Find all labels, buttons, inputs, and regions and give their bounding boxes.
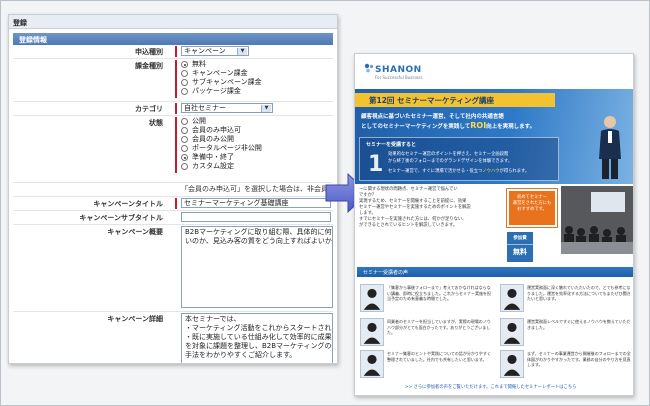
value-campaign-subtitle	[175, 212, 333, 223]
registration-form: 登録 登録情報 申込種別 キャンペーン ▼ 課金種別 無料 キャンペーン課金 サ…	[8, 14, 338, 364]
chevron-down-icon: ▼	[237, 48, 247, 55]
user-silhouette-icon	[360, 284, 384, 312]
hero-banner: 第12回 セミナーマーケティング講座 顧客視点に基づいたセミナー運営、そして社内…	[355, 89, 633, 184]
radio-icon	[181, 88, 188, 95]
voice-item: 運営実務面に深く触れていただいたので、とても参考になりました。運営を効率化する方…	[497, 282, 633, 320]
value-campaign-title: セミナーマーケティング基礎講座	[175, 198, 333, 209]
label-campaign-summary: キャンペーン概要	[107, 228, 163, 236]
hero-line-1: 顧客視点に基づいたセミナー運営、そして社内の共通言語	[361, 114, 504, 120]
radio-icon	[181, 127, 188, 134]
billing-option-campaign[interactable]: キャンペーン課金	[181, 69, 333, 78]
benefit-box: セミナーを受講すると 1 効果的なセミナー運営のポイントを押さえ、セミナー企画段…	[359, 137, 559, 181]
label-campaign-detail: キャンペーン詳細	[107, 315, 163, 323]
campaign-title-input[interactable]: セミナーマーケティング基礎講座	[181, 198, 331, 208]
user-silhouette-icon	[360, 350, 384, 378]
label-billing-type: 課金種別	[135, 62, 163, 70]
billing-radio-group: 無料 キャンペーン課金 サブキャンペーン課金 パッケージ課金	[175, 60, 333, 98]
chevron-down-icon: ▼	[261, 105, 271, 112]
screenshot-frame: 登録 登録情報 申込種別 キャンペーン ▼ 課金種別 無料 キャンペーン課金 サ…	[0, 0, 650, 406]
application-type-select[interactable]: キャンペーン ▼	[181, 46, 249, 56]
voice-item: 「集客から事後フォローまで」考えておかなければならない講義、即時に役立ちました。…	[357, 282, 493, 320]
benefit-line-2: から終了後のフォローまでのグランドデザインを体験できます。	[388, 159, 513, 164]
value-campaign-detail: 本セミナーでは、 ・マーケティング活動をこれからスタートされる方 ・既に実施して…	[175, 313, 333, 363]
billing-option-subcampaign[interactable]: サブキャンペーン課金	[181, 78, 333, 87]
hero-line-2: としてのセミナーマーケティングを実践してROI向上を実現します。	[361, 121, 536, 130]
category-value: 自社セミナー	[184, 104, 226, 112]
value-application-type: キャンペーン ▼	[175, 46, 333, 57]
section-header: 登録情報	[13, 33, 333, 45]
shanon-logo-icon	[364, 63, 374, 73]
label-campaign-title: キャンペーンタイトル	[93, 200, 163, 208]
benefit-number: 1	[368, 152, 384, 177]
voices-header: セミナー受講者の声	[357, 267, 633, 277]
label-campaign-subtitle: キャンペーンサブタイトル	[79, 214, 163, 222]
label-category: カテゴリ	[135, 105, 163, 113]
campaign-subtitle-input[interactable]	[181, 212, 331, 222]
application-type-value: キャンペーン	[184, 47, 226, 55]
voice-item: まず、セミナーの事業運営から開催後のフォローまでの全体図がわかりやすかったです。…	[497, 348, 633, 386]
logo-subtitle: For Successful Business	[375, 75, 423, 80]
radio-selected-icon	[181, 61, 188, 68]
value-campaign-summary: B2Bマーケティングに取り組む際、具体的に何から始めれ いのか、見込み客の質をど…	[175, 226, 333, 308]
billing-option-free[interactable]: 無料	[181, 60, 333, 69]
hero-title: 第12回 セミナーマーケティング講座	[355, 93, 555, 107]
category-select[interactable]: 自社セミナー ▼	[181, 103, 273, 113]
fee-badge: 参加費 無料	[507, 232, 533, 262]
landing-page-preview: SHANON For Successful Business 第12回 セミナー…	[354, 53, 634, 396]
user-silhouette-icon	[500, 318, 524, 346]
status-option-members-public[interactable]: 会員のみ公開	[181, 135, 333, 144]
status-option-members-apply[interactable]: 会員のみ申込可	[181, 126, 333, 135]
radio-icon	[181, 118, 188, 125]
form-title: 登録	[9, 15, 337, 29]
status-option-custom[interactable]: カスタム設定	[181, 162, 333, 171]
radio-icon	[181, 145, 188, 152]
logo-text: SHANON	[375, 65, 422, 75]
user-silhouette-icon	[500, 350, 524, 378]
user-silhouette-icon	[500, 284, 524, 312]
billing-option-package[interactable]: パッケージ課金	[181, 87, 333, 96]
radio-icon	[181, 136, 188, 143]
benefit-line-1: 効果的なセミナー運営のポイントを押さえ、セミナー企画段階	[388, 152, 509, 157]
status-option-preparing[interactable]: 準備中・終了	[181, 153, 333, 162]
more-voices-link[interactable]: >> さらに参加者の声をご覧いただけます。これまで開催したセミナーレポートはこち…	[405, 384, 576, 390]
voice-item: セミナー集客のヒントや実践についての話が分かりやすく整理されていました。社内でも…	[357, 348, 493, 386]
campaign-detail-textarea[interactable]: 本セミナーでは、 ・マーケティング活動をこれからスタートされる方 ・既に実施して…	[181, 313, 333, 363]
radio-selected-icon	[181, 154, 188, 161]
status-option-public[interactable]: 公開	[181, 117, 333, 126]
fee-label: 参加費	[513, 236, 527, 241]
label-status: 状態	[149, 119, 163, 127]
status-option-portal-private[interactable]: ポータルページ非公開	[181, 144, 333, 153]
intro-text: ーに関する現状の問題点、セミナー運営で悩んでい ですか？ 実現するため、セミナー…	[359, 187, 471, 228]
seminar-photo	[561, 186, 633, 254]
user-silhouette-icon	[360, 318, 384, 346]
roi-text: ROI	[470, 121, 487, 130]
label-application-type: 申込種別	[135, 48, 163, 56]
campaign-summary-textarea[interactable]: B2Bマーケティングに取り組む際、具体的に何から始めれ いのか、見込み客の質をど…	[181, 226, 333, 308]
benefit-line-3: セミナー運営で、すぐに現場で活かせる・役立つノウハウが得られます。	[388, 169, 530, 174]
radio-icon	[181, 70, 188, 77]
status-radio-group: 公開 会員のみ申込可 会員のみ公開 ポータルページ非公開 準備中・終了 カスタム…	[175, 117, 333, 173]
recommend-box: 初めてセミナー 運営をされた方にも おすすめです。	[506, 188, 558, 228]
value-category: 自社セミナー ▼	[175, 103, 333, 114]
status-note: 「会員のみ申込可」を選択した場合は、非会員もキャ	[181, 185, 333, 193]
presenter-figure	[599, 116, 621, 179]
benefit-heading: セミナーを受講すると	[366, 142, 417, 148]
fee-value: 無料	[507, 244, 533, 257]
radio-icon	[181, 163, 188, 170]
radio-icon	[181, 79, 188, 86]
